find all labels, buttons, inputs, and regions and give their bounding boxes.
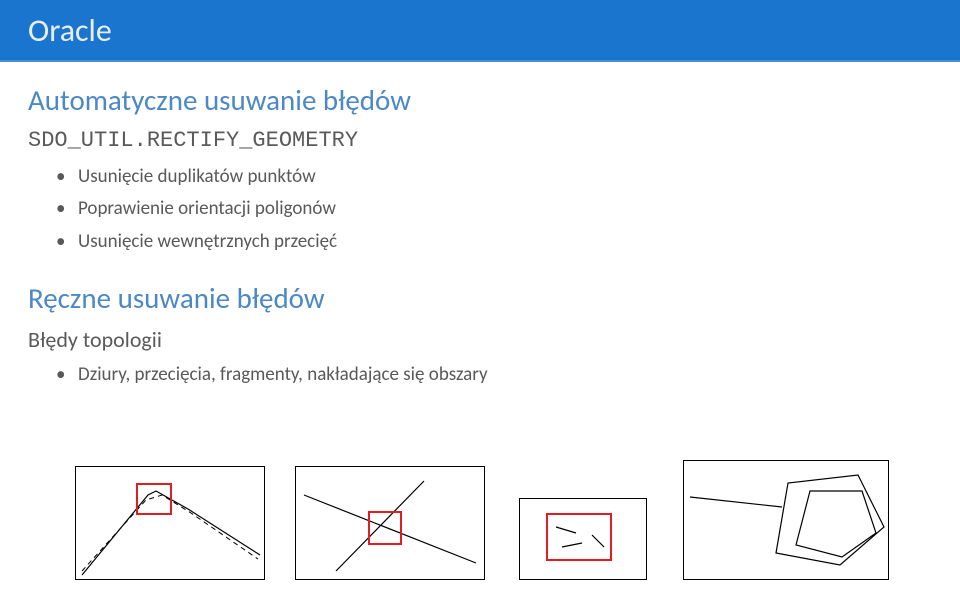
bullet-item: Usunięcie wewnętrznych przecięć: [78, 226, 960, 258]
content: Automatyczne usuwanie błędów SDO_UTIL.RE…: [0, 62, 960, 391]
header-band: Oracle: [0, 0, 960, 62]
section1-heading: Automatyczne usuwanie błędów: [28, 82, 960, 118]
diagram-panel-3: [519, 498, 647, 580]
diagram-panel-1: [75, 466, 265, 580]
highlight-box: [368, 511, 402, 545]
highlight-box: [546, 513, 612, 561]
diagram-4-svg: [684, 461, 890, 581]
section2-bullets: Dziury, przecięcia, fragmenty, nakładają…: [28, 359, 960, 391]
highlight-box: [136, 483, 172, 515]
bullet-item: Usunięcie duplikatów punktów: [78, 161, 960, 193]
bullet-item: Poprawienie orientacji poligonów: [78, 193, 960, 225]
section2-sub: Błędy topologii: [28, 326, 960, 353]
page-title: Oracle: [28, 11, 112, 50]
diagrams-row: [75, 448, 895, 588]
section1-bullets: Usunięcie duplikatów punktów Poprawienie…: [28, 161, 960, 258]
diagram-panel-2: [295, 466, 485, 580]
section2-heading: Ręczne usuwanie błędów: [28, 280, 960, 316]
bullet-item: Dziury, przecięcia, fragmenty, nakładają…: [78, 359, 960, 391]
code-identifier: SDO_UTIL.RECTIFY_GEOMETRY: [28, 128, 960, 153]
diagram-panel-4: [683, 460, 889, 580]
